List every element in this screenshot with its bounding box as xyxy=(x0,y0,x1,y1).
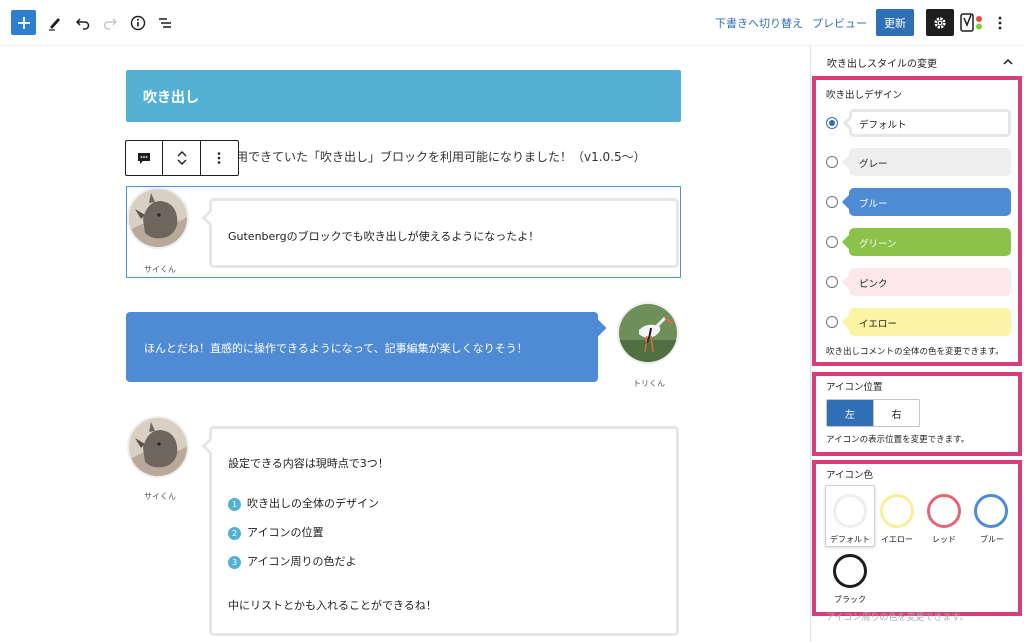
balloon-outro-text: 中にリストとかも入れることができるね！ xyxy=(228,599,437,612)
outline-button[interactable] xyxy=(154,12,176,34)
rhino-image xyxy=(129,189,187,247)
radio-green[interactable] xyxy=(826,236,838,248)
collapse-panel-button[interactable] xyxy=(1001,54,1015,68)
option-label: ピンク xyxy=(859,279,888,290)
swatch-blue[interactable] xyxy=(974,494,1008,528)
chevron-up-down-icon xyxy=(177,151,187,165)
avatar-name: トリくん xyxy=(633,379,665,388)
plus-icon xyxy=(17,16,30,29)
swatch-red[interactable] xyxy=(927,494,961,528)
avatar-name: サイくん xyxy=(144,265,176,274)
speech-bubble-icon xyxy=(138,153,151,164)
design-help-text: 吹き出しコメントの全体の色を変更できます。 xyxy=(826,347,1004,357)
undo-button[interactable] xyxy=(72,12,94,34)
rhino-image xyxy=(129,418,187,476)
radio-gray[interactable] xyxy=(826,156,838,168)
switch-to-draft-link[interactable]: 下書きへ切り替え xyxy=(715,15,803,31)
avatar-stork xyxy=(617,302,679,364)
design-option-default[interactable]: デフォルト xyxy=(842,109,1011,137)
swatch-label: ブラック xyxy=(834,595,866,604)
heading-text: 吹き出し xyxy=(143,90,199,106)
icon-color-help-text: アイコン周りの色を変更できます。 xyxy=(826,613,969,623)
yoast-seo-button[interactable] xyxy=(960,12,986,34)
position-help-text: アイコンの表示位置を変更できます。 xyxy=(826,435,970,445)
option-label: イエロー xyxy=(859,319,897,330)
swatch-black[interactable] xyxy=(833,554,867,588)
block-type-button[interactable] xyxy=(126,141,164,175)
radio-pink[interactable] xyxy=(826,276,838,288)
radio-yellow[interactable] xyxy=(826,316,838,328)
pencil-icon xyxy=(49,18,60,31)
position-label: アイコン位置 xyxy=(826,382,883,393)
avatar-rhino xyxy=(127,416,189,478)
balloon-text: ほんとだね！直感的に操作できるようになって、記事編集が楽しくなりそう！ xyxy=(144,342,528,355)
position-toggle: 左 右 xyxy=(826,399,920,427)
design-option-green[interactable]: グリーン xyxy=(841,228,1011,256)
design-label: 吹き出しデザイン xyxy=(826,90,903,101)
stork-image xyxy=(619,304,677,362)
design-option-pink[interactable]: ピンク xyxy=(841,268,1011,296)
settings-button[interactable] xyxy=(926,9,954,36)
block-options-button[interactable] xyxy=(201,141,238,175)
yoast-icon xyxy=(960,13,982,32)
balloon-bubble-blue[interactable]: ほんとだね！直感的に操作できるようになって、記事編集が楽しくなりそう！ xyxy=(126,312,607,382)
list-item: 2 アイコンの位置 xyxy=(228,524,323,540)
swatch-label: レッド xyxy=(932,535,956,544)
swatch-default[interactable] xyxy=(833,494,867,528)
position-right-button[interactable]: 右 xyxy=(872,400,919,426)
balloon-bubble[interactable]: 設定できる内容は現時点で3つ！ 1 吹き出しの全体のデザイン 2 アイコンの位置 3… xyxy=(201,426,679,636)
redo-button[interactable] xyxy=(99,12,121,34)
swatch-label: ブルー xyxy=(980,535,1004,544)
add-block-button[interactable] xyxy=(11,10,36,35)
redo-icon xyxy=(103,18,118,30)
position-left-button[interactable]: 左 xyxy=(827,400,873,426)
editor-toolbar: 下書きへ切り替え プレビュー 更新 xyxy=(0,0,1024,46)
gear-icon xyxy=(934,16,946,29)
update-button[interactable]: 更新 xyxy=(876,9,914,36)
list-item: 3 アイコン周りの色だよ xyxy=(228,553,356,569)
design-option-gray[interactable]: グレー xyxy=(841,148,1011,176)
option-label: グレー xyxy=(859,159,888,170)
preview-link[interactable]: プレビュー xyxy=(812,15,867,31)
option-label: グリーン xyxy=(859,239,897,250)
design-option-blue[interactable]: ブルー xyxy=(841,188,1011,216)
move-block-button[interactable] xyxy=(163,141,201,175)
heading-block[interactable]: 吹き出し xyxy=(126,70,681,122)
more-vertical-icon xyxy=(998,16,1002,30)
edit-tool-button[interactable] xyxy=(44,12,66,34)
option-label: デフォルト xyxy=(859,120,907,131)
details-button[interactable] xyxy=(127,12,149,34)
balloon-text: Gutenbergのブロックでも吹き出しが使えるようになったよ！ xyxy=(228,230,540,243)
swatch-yellow[interactable] xyxy=(880,494,914,528)
option-label: ブルー xyxy=(859,199,888,210)
undo-icon xyxy=(75,18,90,30)
list-item: 1 吹き出しの全体のデザイン xyxy=(228,495,379,511)
radio-blue[interactable] xyxy=(826,196,838,208)
design-option-yellow[interactable]: イエロー xyxy=(841,308,1011,336)
paragraph-block[interactable]: 用できていた「吹き出し」ブロックを利用可能になりました！（v1.0.5〜） xyxy=(236,148,646,165)
icon-color-label: アイコン色 xyxy=(826,470,874,481)
more-options-button[interactable] xyxy=(993,12,1007,34)
info-icon xyxy=(130,15,146,31)
chevron-up-icon xyxy=(1003,58,1013,65)
swatch-label: イエロー xyxy=(881,535,913,544)
avatar-name: サイくん xyxy=(144,492,176,501)
avatar-rhino xyxy=(127,187,189,249)
radio-default[interactable] xyxy=(826,117,838,129)
panel-title[interactable]: 吹き出しスタイルの変更 xyxy=(827,55,937,70)
balloon-intro-text: 設定できる内容は現時点で3つ！ xyxy=(228,457,389,470)
balloon-bubble[interactable]: Gutenbergのブロックでも吹き出しが使えるようになったよ！ xyxy=(201,198,679,268)
more-vertical-icon xyxy=(218,152,221,164)
swatch-label: デフォルト xyxy=(830,535,870,544)
block-toolbar xyxy=(125,140,239,176)
list-view-icon xyxy=(159,18,171,28)
